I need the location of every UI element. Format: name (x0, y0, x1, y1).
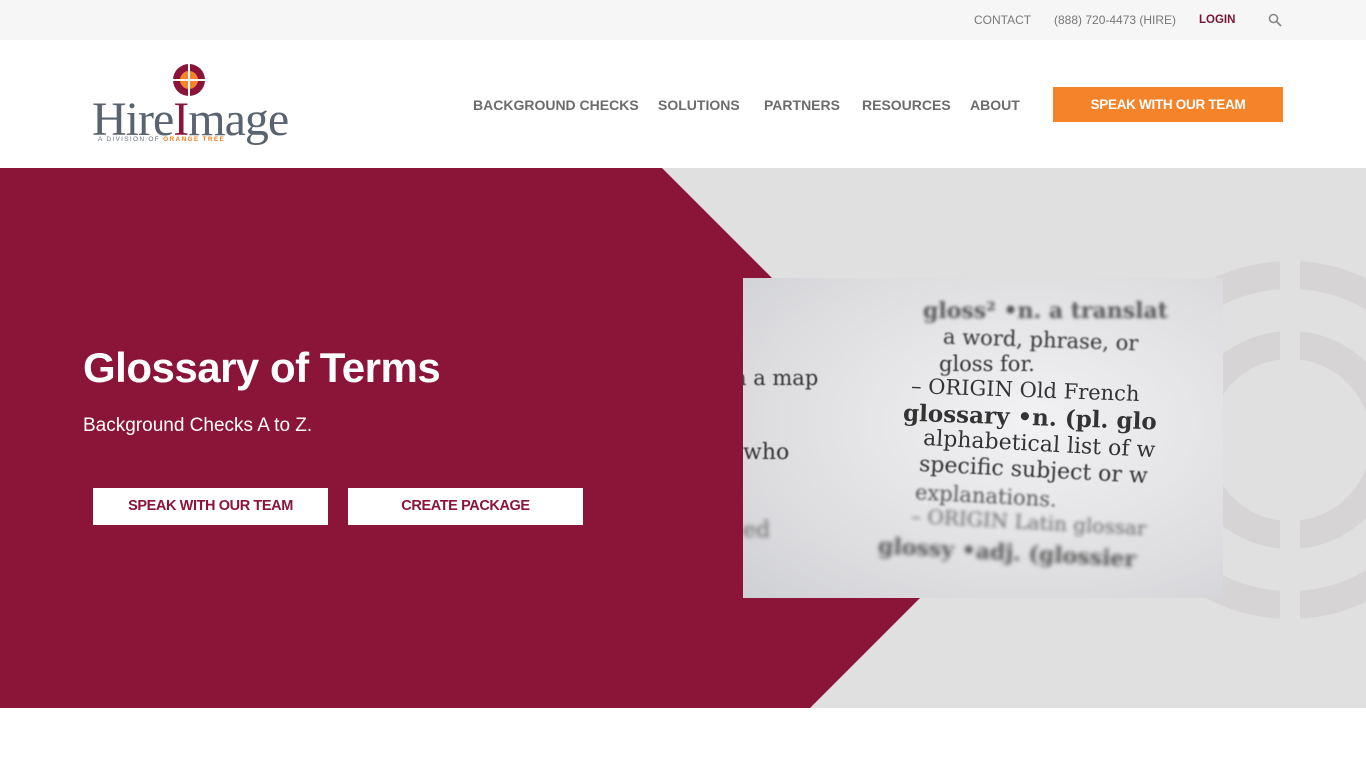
main-header: HireImage A DIVISION OF ORANGE TREE BACK… (0, 40, 1366, 168)
nav-background-checks[interactable]: BACKGROUND CHECKS (473, 97, 639, 113)
nav-solutions[interactable]: SOLUTIONS (658, 97, 740, 113)
glossary-dictionary-image: gloss² •n. a translat a word, phrase, or… (743, 278, 1223, 598)
speak-with-team-header-button[interactable]: SPEAK WITH OUR TEAM (1053, 87, 1283, 122)
login-link[interactable]: LOGIN (1199, 14, 1235, 26)
search-icon[interactable] (1268, 13, 1282, 27)
logo-tagline: A DIVISION OF ORANGE TREE (98, 136, 226, 143)
page-title: Glossary of Terms (83, 344, 441, 391)
utility-bar: CONTACT (888) 720-4473 (HIRE) LOGIN (0, 0, 1366, 40)
create-package-button[interactable]: CREATE PACKAGE (348, 488, 583, 525)
contact-link[interactable]: CONTACT (974, 13, 1031, 27)
nav-resources[interactable]: RESOURCES (862, 97, 951, 113)
page-subtitle: Background Checks A to Z. (83, 415, 313, 436)
nav-about[interactable]: ABOUT (970, 97, 1020, 113)
speak-with-team-button[interactable]: SPEAK WITH OUR TEAM (93, 488, 328, 525)
hireimage-logo[interactable]: HireImage A DIVISION OF ORANGE TREE (92, 62, 307, 152)
nav-partners[interactable]: PARTNERS (764, 97, 840, 113)
hero-section: Glossary of Terms Background Checks A to… (0, 168, 1366, 708)
phone-link[interactable]: (888) 720-4473 (HIRE) (1054, 13, 1176, 27)
